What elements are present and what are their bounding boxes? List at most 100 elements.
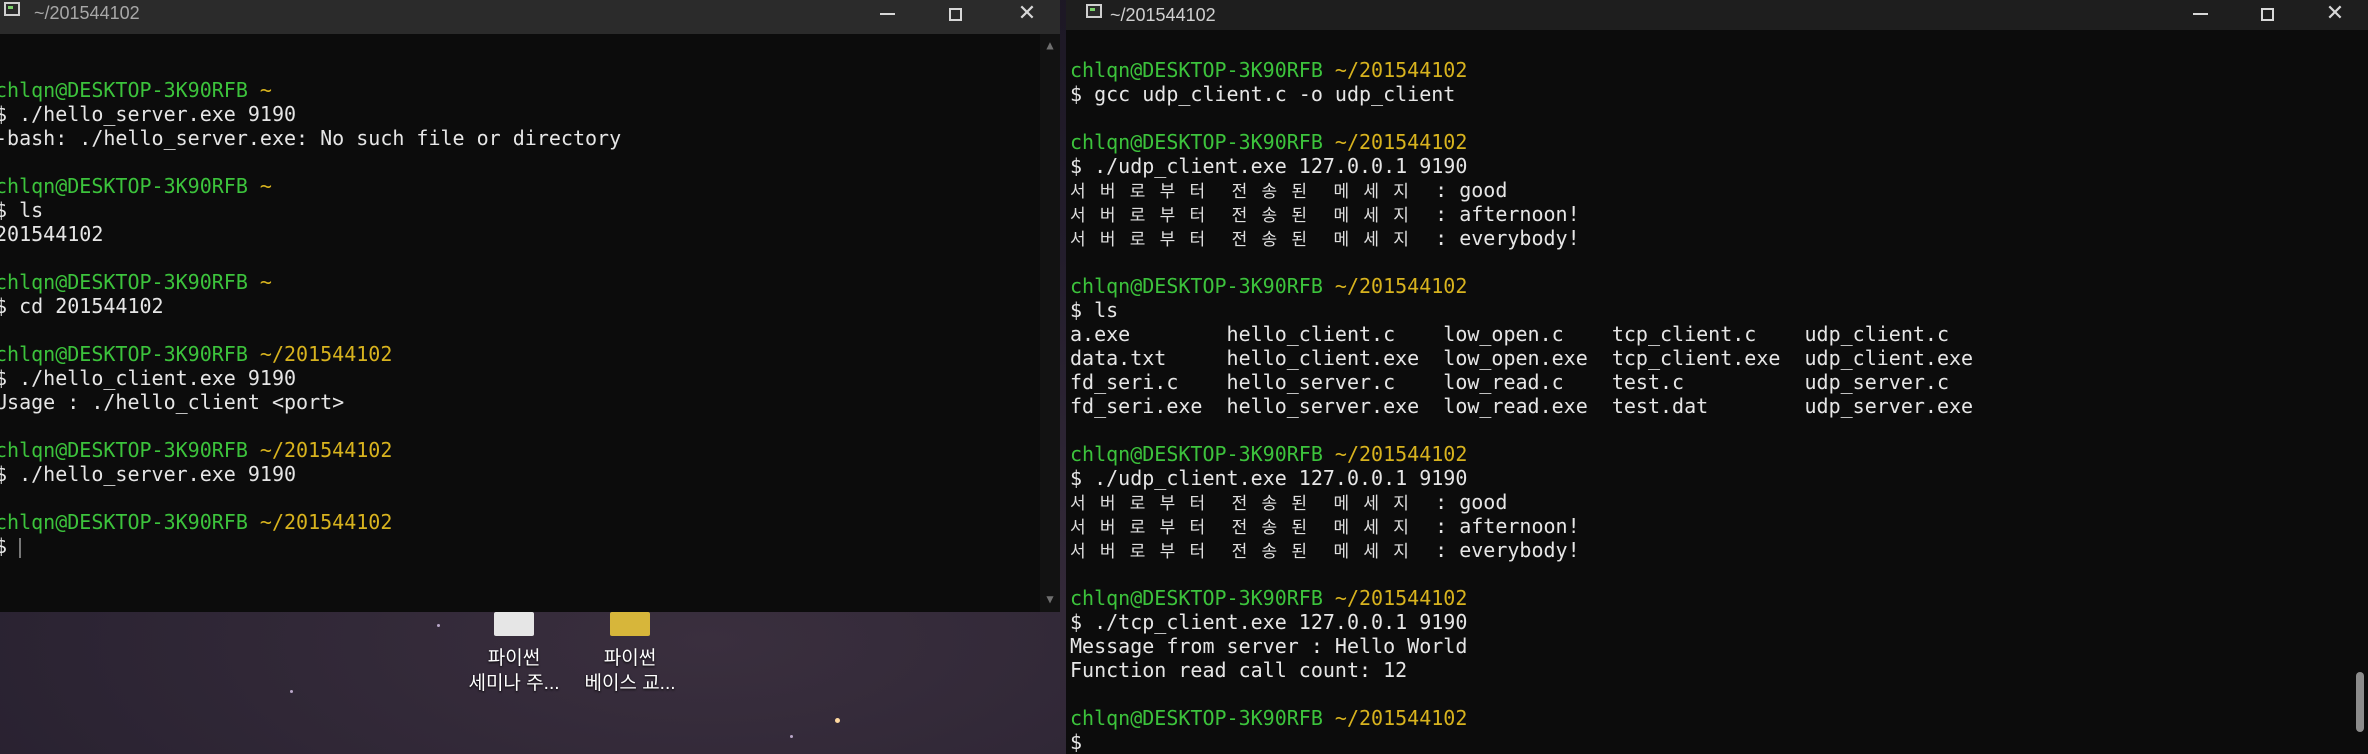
terminal-line: Message from server : Hello World bbox=[1070, 634, 2368, 658]
right-terminal-scrollbar[interactable] bbox=[2356, 0, 2364, 754]
terminal-line: $ gcc udp_client.c -o udp_client bbox=[1070, 82, 2368, 106]
desktop-icon-label-line1: 파이썬 bbox=[603, 648, 657, 669]
output-korean-text: 서 버 로 부 터 전 송 된 메 세 지 bbox=[1070, 542, 1424, 562]
right-terminal-window[interactable]: ~/201544102 ✕ chlqn@DESKTOP-3K90RFB ~/20… bbox=[1066, 0, 2368, 754]
text-cursor bbox=[19, 537, 22, 558]
terminal-line: chlqn@DESKTOP-3K90RFB ~/201544102 bbox=[1070, 586, 2368, 610]
terminal-line: fd_seri.exe hello_server.exe low_read.ex… bbox=[1070, 394, 2368, 418]
terminal-line: $ cd 201544102 bbox=[0, 294, 1060, 318]
terminal-text: : everybody! bbox=[1423, 538, 1580, 562]
wallpaper-star bbox=[437, 624, 440, 627]
terminal-line: 서 버 로 부 터 전 송 된 메 세 지 : afternoon! bbox=[1070, 202, 2368, 226]
minimize-icon bbox=[2192, 13, 2208, 16]
prompt-user-host: chlqn@DESKTOP-3K90RFB bbox=[1070, 706, 1335, 730]
output-korean-text: 서 버 로 부 터 전 송 된 메 세 지 bbox=[1070, 182, 1424, 202]
prompt-user-host: chlqn@DESKTOP-3K90RFB bbox=[0, 438, 260, 462]
minimize-button[interactable] bbox=[858, 0, 916, 28]
right-terminal-titlebar[interactable]: ~/201544102 ✕ bbox=[1066, 0, 2368, 30]
wallpaper-star bbox=[790, 735, 793, 738]
prompt-user-host: chlqn@DESKTOP-3K90RFB bbox=[0, 174, 260, 198]
close-button[interactable]: ✕ bbox=[998, 0, 1056, 28]
terminal-line: $ ./udp_client.exe 127.0.0.1 9190 bbox=[1070, 466, 2368, 490]
terminal-line: chlqn@DESKTOP-3K90RFB ~/201544102 bbox=[1070, 706, 2368, 730]
terminal-text: : good bbox=[1423, 178, 1508, 202]
prompt-path: ~/201544102 bbox=[1334, 706, 1468, 730]
terminal-line: a.exe hello_client.c low_open.c tcp_clie… bbox=[1070, 322, 2368, 346]
left-terminal-output[interactable]: chlqn@DESKTOP-3K90RFB ~ $ ./hello_server.… bbox=[0, 54, 1060, 612]
scroll-down-icon[interactable]: ▼ bbox=[1040, 592, 1060, 606]
terminal-line: -bash: ./hello_server.exe: No such file … bbox=[0, 126, 1060, 150]
terminal-text: : afternoon! bbox=[1423, 202, 1580, 226]
left-terminal-window[interactable]: chlqn@DESKTOP-3K90RFB ~ $ ./hello_server.… bbox=[0, 0, 1060, 612]
prompt-user-host: chlqn@DESKTOP-3K90RFB bbox=[1070, 274, 1335, 298]
wallpaper-star bbox=[835, 718, 840, 723]
wallpaper-star bbox=[290, 690, 293, 693]
file-icon bbox=[494, 612, 534, 636]
desktop-icon-label-line2: 세미나 주... bbox=[468, 673, 560, 694]
terminal-text: data.txt hello_client.exe low_open.exe t… bbox=[1070, 346, 1974, 370]
prompt-user-host: chlqn@DESKTOP-3K90RFB bbox=[0, 342, 260, 366]
desktop-icon-label-line2: 베이스 교... bbox=[584, 673, 676, 694]
right-terminal-output[interactable]: chlqn@DESKTOP-3K90RFB ~/201544102 $ gcc u… bbox=[1070, 58, 2368, 754]
terminal-line: 서 버 로 부 터 전 송 된 메 세 지 : everybody! bbox=[1070, 538, 2368, 562]
scrollbar-thumb[interactable] bbox=[2356, 672, 2364, 732]
prompt-path: ~ bbox=[259, 78, 272, 102]
left-terminal-title: ~/201544102 bbox=[34, 3, 140, 23]
minimize-icon bbox=[879, 13, 895, 16]
prompt-user-host: chlqn@DESKTOP-3K90RFB bbox=[0, 510, 260, 534]
terminal-text: $ ./tcp_client.exe 127.0.0.1 9190 bbox=[1070, 610, 1468, 634]
folder-icon bbox=[610, 612, 650, 636]
terminal-line: 서 버 로 부 터 전 송 된 메 세 지 : afternoon! bbox=[1070, 514, 2368, 538]
terminal-text: Function read call count: 12 bbox=[1070, 658, 1408, 682]
prompt-user-host: chlqn@DESKTOP-3K90RFB bbox=[0, 270, 260, 294]
terminal-line: chlqn@DESKTOP-3K90RFB ~/201544102 bbox=[1070, 130, 2368, 154]
terminal-text: fd_seri.exe hello_server.exe low_read.ex… bbox=[1070, 394, 1974, 418]
terminal-text: $ ls bbox=[0, 198, 44, 222]
desktop-icon-python-base[interactable]: 파이썬 베이스 교... bbox=[570, 612, 690, 696]
terminal-text: $ ./udp_client.exe 127.0.0.1 9190 bbox=[1070, 466, 1468, 490]
terminal-line: data.txt hello_client.exe low_open.exe t… bbox=[1070, 346, 2368, 370]
maximize-button[interactable] bbox=[2238, 0, 2296, 28]
terminal-text: Message from server : Hello World bbox=[1070, 634, 1468, 658]
prompt-user-host: chlqn@DESKTOP-3K90RFB bbox=[0, 78, 260, 102]
prompt-user-host: chlqn@DESKTOP-3K90RFB bbox=[1070, 130, 1335, 154]
terminal-line: $ ./hello_server.exe 9190 bbox=[0, 102, 1060, 126]
prompt-path: ~ bbox=[259, 270, 272, 294]
scroll-up-icon[interactable]: ▲ bbox=[1040, 38, 1060, 52]
terminal-line: $ ./hello_client.exe 9190 bbox=[0, 366, 1060, 390]
prompt-path: ~/201544102 bbox=[1334, 274, 1468, 298]
terminal-line: 서 버 로 부 터 전 송 된 메 세 지 : good bbox=[1070, 490, 2368, 514]
terminal-text: : afternoon! bbox=[1423, 514, 1580, 538]
output-korean-text: 서 버 로 부 터 전 송 된 메 세 지 bbox=[1070, 230, 1424, 250]
terminal-line: chlqn@DESKTOP-3K90RFB ~/201544102 bbox=[0, 438, 1060, 462]
prompt-user-host: chlqn@DESKTOP-3K90RFB bbox=[1070, 442, 1335, 466]
output-korean-text: 서 버 로 부 터 전 송 된 메 세 지 bbox=[1070, 494, 1424, 514]
prompt-user-host: chlqn@DESKTOP-3K90RFB bbox=[1070, 58, 1335, 82]
right-terminal-title: ~/201544102 bbox=[1110, 5, 1216, 25]
terminal-line: chlqn@DESKTOP-3K90RFB ~/201544102 bbox=[1070, 442, 2368, 466]
desktop-icon-python-seminar[interactable]: 파이썬 세미나 주... bbox=[454, 612, 574, 696]
left-terminal-scrollbar[interactable]: ▲ ▼ bbox=[1040, 34, 1060, 612]
left-terminal-titlebar[interactable]: ~/201544102 ✕ bbox=[0, 0, 1060, 34]
terminal-text: -bash: ./hello_server.exe: No such file … bbox=[0, 126, 622, 150]
terminal-line: $ ls bbox=[0, 198, 1060, 222]
terminal-text: $ ./hello_server.exe 9190 bbox=[0, 462, 297, 486]
terminal-line: 서 버 로 부 터 전 송 된 메 세 지 : everybody! bbox=[1070, 226, 2368, 250]
maximize-button[interactable] bbox=[926, 0, 984, 28]
prompt-path: ~/201544102 bbox=[1334, 586, 1468, 610]
prompt-path: ~/201544102 bbox=[1334, 442, 1468, 466]
minimize-button[interactable] bbox=[2171, 0, 2229, 28]
terminal-text: $ ./hello_client.exe 9190 bbox=[0, 366, 297, 390]
terminal-line: fd_seri.c hello_server.c low_read.c test… bbox=[1070, 370, 2368, 394]
terminal-app-icon bbox=[4, 2, 20, 16]
output-korean-text: 서 버 로 부 터 전 송 된 메 세 지 bbox=[1070, 206, 1424, 226]
terminal-line: Usage : ./hello_client <port> bbox=[0, 390, 1060, 414]
terminal-line: $ bbox=[1070, 730, 2368, 754]
